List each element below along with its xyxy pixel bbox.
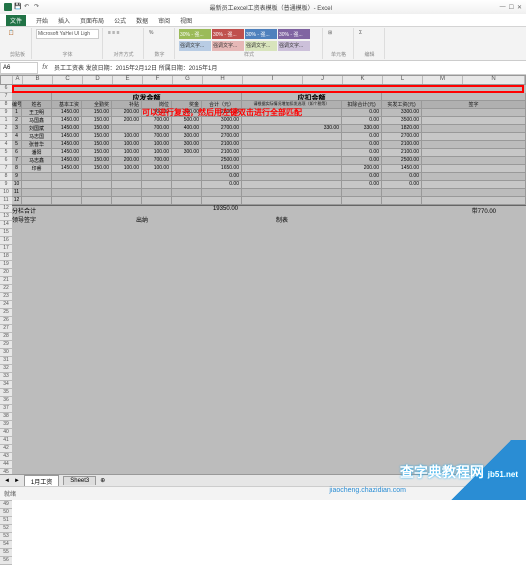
style-cell[interactable]: 30% - 强...	[212, 29, 244, 39]
number-format[interactable]: %	[148, 29, 171, 37]
paste-button[interactable]: 📋	[7, 29, 28, 37]
style-cell[interactable]: 30% - 强...	[179, 29, 211, 39]
ribbon-clipboard: 📋 剪贴板	[4, 28, 32, 59]
table-row[interactable]: 90.000.000.00	[12, 173, 526, 181]
tab-sheet3[interactable]: Sheet3	[63, 476, 96, 485]
signature-row: 领导签字 出纳 制表	[12, 215, 526, 225]
table-row[interactable]: 100.000.000.00	[12, 181, 526, 189]
table-row[interactable]: 6潘阳1450.00150.00100.00100.00300.002100.0…	[12, 149, 526, 157]
section-due: 应发金额	[52, 93, 242, 101]
table-row[interactable]: 5张普华1450.00150.00100.00100.00300.002100.…	[12, 141, 526, 149]
grid[interactable]: 应发金额 应扣金额 可以进行复选，然后用左键双击进行全部匹配 编号 姓名 基本工…	[12, 85, 526, 475]
ribbon-align: ≡ ≡ ≡ 对齐方式	[104, 28, 144, 59]
autosum[interactable]: Σ	[358, 29, 381, 37]
tab-sheet1[interactable]: 1月工资	[24, 475, 59, 487]
style-cell[interactable]: 30% - 强...	[245, 29, 277, 39]
style-cell[interactable]: 强调文字...	[245, 41, 277, 51]
formula-input[interactable]: 员工工资表 发放日期：2015年2月12日 所属日期：2015年1月	[52, 63, 526, 72]
sheet-title-row	[12, 85, 526, 93]
tab-next-icon[interactable]: ►	[14, 478, 20, 484]
table-row[interactable]: 11	[12, 189, 526, 197]
name-box[interactable]: A6	[0, 62, 38, 74]
table-row[interactable]: 12	[12, 197, 526, 205]
menu-insert[interactable]: 插入	[58, 16, 70, 25]
tab-prev-icon[interactable]: ◄	[4, 478, 10, 484]
table-row[interactable]: 3刘国斌1450.00150.00700.00400.002700.00330.…	[12, 125, 526, 133]
maximize-icon[interactable]: ☐	[509, 4, 514, 11]
menu-layout[interactable]: 页面布局	[80, 16, 104, 25]
status-ready: 就绪	[4, 489, 16, 498]
table-row[interactable]: 7马志鑫1450.00150.00200.00700.002500.000.00…	[12, 157, 526, 165]
font-name-input[interactable]: Microsoft YaHei UI Ligh	[36, 29, 99, 39]
redo-icon[interactable]: ↷	[34, 3, 42, 11]
ribbon: 📋 剪贴板 Microsoft YaHei UI Ligh 字体 ≡ ≡ ≡ 对…	[0, 27, 526, 61]
save-icon[interactable]: 💾	[14, 3, 22, 11]
minimize-icon[interactable]: —	[500, 4, 506, 11]
ribbon-styles: 30% - 强... 30% - 强... 30% - 强... 30% - 强…	[176, 28, 323, 59]
menu-formula[interactable]: 公式	[114, 16, 126, 25]
table-row[interactable]: 4马志国1450.00150.00100.00700.00300.002700.…	[12, 133, 526, 141]
ribbon-editing: Σ 编辑	[355, 28, 385, 59]
formula-bar: A6 fx 员工工资表 发放日期：2015年2月12日 所属日期：2015年1月	[0, 61, 526, 75]
style-cell[interactable]: 强调文字...	[179, 41, 211, 51]
style-cell[interactable]: 强调文字...	[212, 41, 244, 51]
empty-cells[interactable]	[12, 225, 526, 475]
ribbon-cells: ⊞ 单元格	[324, 28, 354, 59]
menu-review[interactable]: 审阅	[158, 16, 170, 25]
close-icon[interactable]: ✕	[517, 4, 522, 11]
menu-bar: 文件 开始 插入 页面布局 公式 数据 审阅 视图	[0, 14, 526, 27]
menu-view[interactable]: 视图	[180, 16, 192, 25]
annotation-text: 可以进行复选，然后用左键双击进行全部匹配	[142, 107, 302, 118]
menu-home[interactable]: 开始	[36, 16, 48, 25]
table-row[interactable]: 8印睿1450.00150.00100.00100.001650.00200.0…	[12, 165, 526, 173]
style-cell[interactable]: 强调文字...	[278, 41, 310, 51]
undo-icon[interactable]: ↶	[24, 3, 32, 11]
watermark-url: jiaocheng.chazidian.com	[329, 487, 406, 494]
align-buttons[interactable]: ≡ ≡ ≡	[107, 29, 140, 37]
excel-icon	[4, 3, 12, 11]
watermark-main: 查字典教程网 jb51.net	[400, 462, 518, 482]
style-cell[interactable]: 30% - 强...	[278, 29, 310, 39]
column-headers[interactable]: AB CD EF GH IJ KL MN	[0, 75, 526, 85]
section-deduct: 应扣金额	[242, 93, 382, 101]
ribbon-font: Microsoft YaHei UI Ligh 字体	[33, 28, 103, 59]
title-bar: 💾 ↶ ↷ 最新员工excel工资表模板（普通模板）- Excel — ☐ ✕	[0, 0, 526, 14]
subtotal-row: 分栏合计 19350.00 带770.00	[12, 205, 526, 215]
fx-icon[interactable]: fx	[38, 64, 52, 71]
window-title: 最新员工excel工资表模板（普通模板）- Excel	[42, 3, 500, 12]
ribbon-number: % 数字	[145, 28, 175, 59]
table-row[interactable]: 2马国鑫1450.00150.00200.00700.00500.003000.…	[12, 117, 526, 125]
menu-file[interactable]: 文件	[6, 15, 26, 26]
add-sheet-icon[interactable]: ⊕	[100, 477, 105, 484]
worksheet[interactable]: AB CD EF GH IJ KL MN 6789123456789101112…	[0, 75, 526, 475]
style-gallery[interactable]: 30% - 强... 30% - 强... 30% - 强... 30% - 强…	[179, 29, 319, 51]
menu-data[interactable]: 数据	[136, 16, 148, 25]
insert-cells[interactable]: ⊞	[327, 29, 350, 37]
